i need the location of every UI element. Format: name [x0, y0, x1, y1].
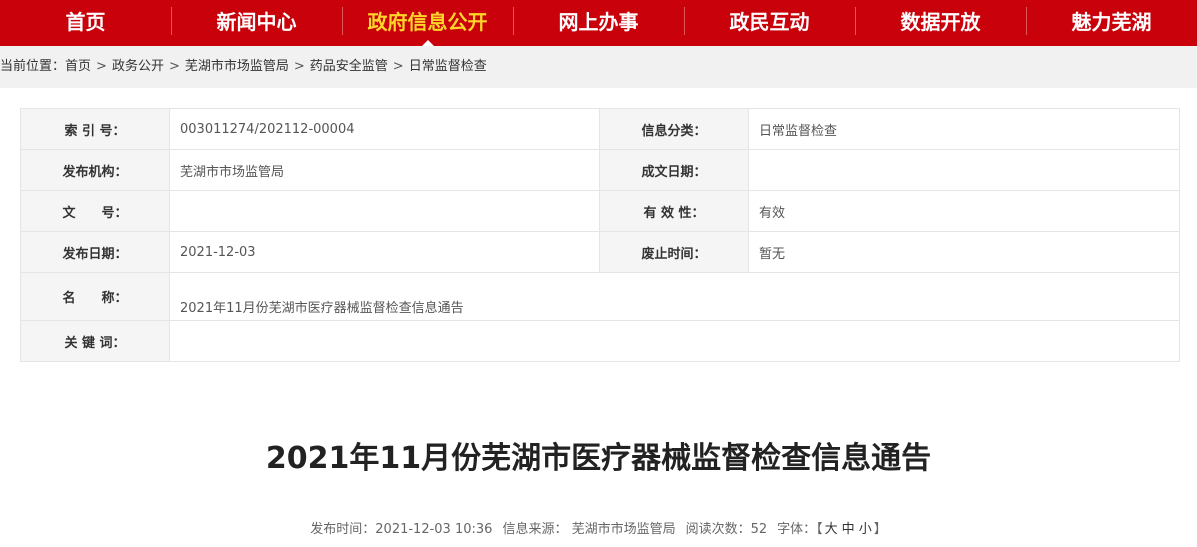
- created-date-value: [748, 149, 1180, 191]
- breadcrumb-item-daily-inspection[interactable]: 日常监督检查: [409, 59, 487, 74]
- publish-date-label: 发布日期：: [20, 231, 170, 273]
- name-value: 2021年11月份芜湖市医疗器械监督检查信息通告: [169, 272, 1180, 321]
- keywords-value: [169, 320, 1180, 362]
- publisher-label: 发布机构：: [20, 149, 170, 191]
- nav-item-news[interactable]: 新闻中心: [171, 0, 342, 46]
- abolish-time-label: 废止时间：: [599, 231, 749, 273]
- meta-row-keywords: 关 键 词：: [20, 320, 1180, 362]
- font-size-label: 字体：: [777, 522, 817, 537]
- meta-row-name: 名 称： 2021年11月份芜湖市医疗器械监督检查信息通告: [20, 272, 1180, 321]
- keywords-label: 关 键 词：: [20, 320, 170, 362]
- view-count: 阅读次数：52: [685, 522, 768, 537]
- info-meta-table: 索 引 号： 003011274/202112-00004 信息分类： 日常监督…: [20, 108, 1180, 362]
- font-size-large-button[interactable]: 大: [823, 522, 840, 537]
- font-bracket-close: 】: [873, 522, 887, 537]
- doc-number-label: 文 号：: [20, 190, 170, 232]
- nav-item-interaction[interactable]: 政民互动: [684, 0, 855, 46]
- breadcrumb-prefix: 当前位置：: [0, 59, 66, 74]
- name-label: 名 称：: [20, 272, 170, 321]
- meta-row-index: 索 引 号： 003011274/202112-00004 信息分类： 日常监督…: [20, 108, 1180, 150]
- article-info-bar: 发布时间：2021-12-03 10:36 信息来源： 芜湖市市场监管局 阅读次数：…: [0, 518, 1197, 537]
- breadcrumb-separator: >: [168, 59, 180, 74]
- breadcrumb-item-home[interactable]: 首页: [65, 59, 91, 74]
- breadcrumb-item-gov-affairs[interactable]: 政务公开: [112, 59, 164, 74]
- publish-time: 发布时间：2021-12-03 10:36: [310, 522, 493, 537]
- doc-number-value: [169, 190, 600, 232]
- nav-item-home[interactable]: 首页: [0, 0, 171, 46]
- nav-item-online-services[interactable]: 网上办事: [513, 0, 684, 46]
- category-value: 日常监督检查: [748, 108, 1180, 150]
- breadcrumb-separator: >: [96, 59, 107, 74]
- nav-item-open-data[interactable]: 数据开放: [855, 0, 1026, 46]
- validity-value: 有效: [748, 190, 1180, 232]
- breadcrumb-separator: >: [293, 59, 305, 74]
- meta-row-docno: 文 号： 有 效 性： 有效: [20, 190, 1180, 232]
- breadcrumb-separator: >: [392, 59, 404, 74]
- breadcrumb: 当前位置：首页 > 政务公开 > 芜湖市市场监管局 > 药品安全监管 > 日常监督检查: [0, 46, 1197, 88]
- info-source: 信息来源： 芜湖市市场监管局: [502, 522, 676, 537]
- nav-item-charm-wuhu[interactable]: 魅力芜湖: [1026, 0, 1197, 46]
- abolish-time-value: 暂无: [748, 231, 1180, 273]
- article-title: 2021年11月份芜湖市医疗器械监督检查信息通告: [265, 441, 932, 476]
- main-nav: 首页 新闻中心 政府信息公开 网上办事 政民互动 数据开放 魅力芜湖: [0, 0, 1197, 46]
- font-size-small-button[interactable]: 小: [857, 522, 874, 537]
- publisher-value: 芜湖市市场监管局: [169, 149, 600, 191]
- breadcrumb-item-bureau[interactable]: 芜湖市市场监管局: [185, 59, 289, 74]
- validity-label: 有 效 性：: [599, 190, 749, 232]
- nav-item-gov-info[interactable]: 政府信息公开: [342, 0, 513, 46]
- meta-row-publisher: 发布机构： 芜湖市市场监管局 成文日期：: [20, 149, 1180, 191]
- created-date-label: 成文日期：: [599, 149, 749, 191]
- font-size-medium-button[interactable]: 中: [840, 522, 857, 537]
- meta-row-pubdate: 发布日期： 2021-12-03 废止时间： 暂无: [20, 231, 1180, 273]
- font-bracket-open: 【: [816, 522, 823, 537]
- category-label: 信息分类：: [599, 108, 749, 150]
- index-number-label: 索 引 号：: [20, 108, 170, 150]
- index-number-value: 003011274/202112-00004: [169, 108, 600, 150]
- publish-date-value: 2021-12-03: [169, 231, 600, 273]
- breadcrumb-item-drug-safety[interactable]: 药品安全监管: [310, 59, 388, 74]
